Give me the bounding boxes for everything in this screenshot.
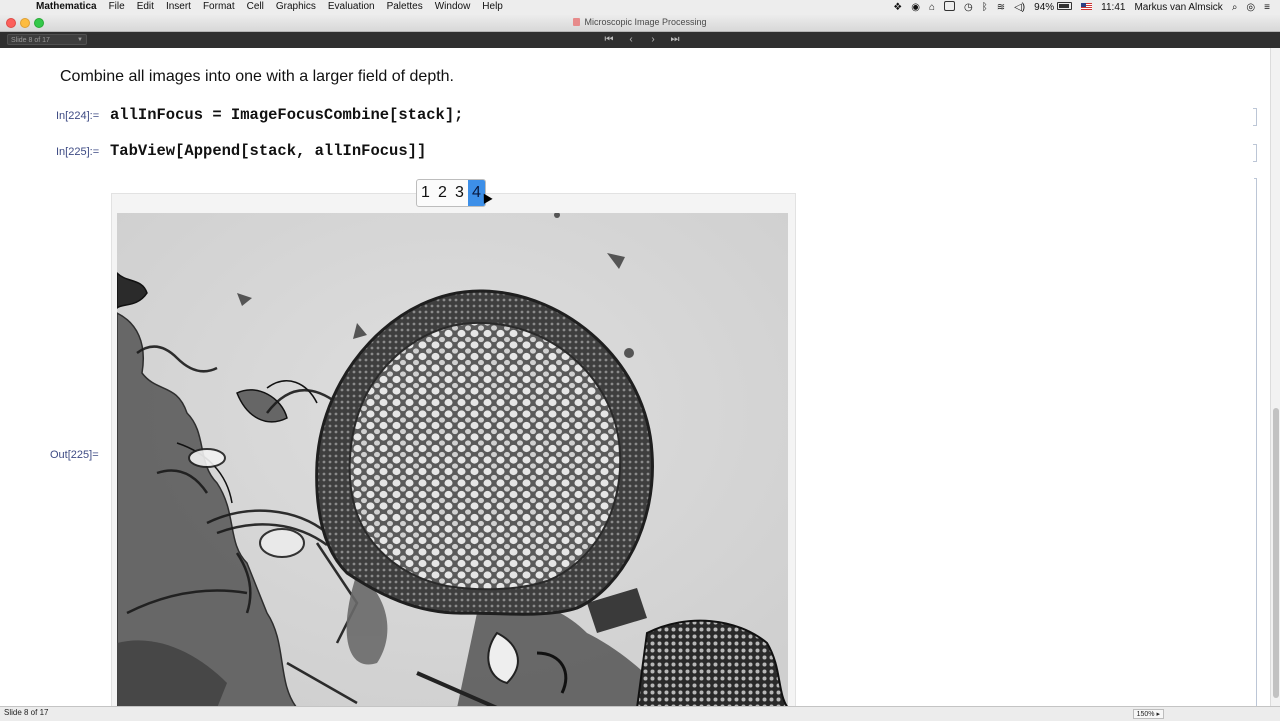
window-title-bar: Microscopic Image Processing: [0, 15, 1280, 32]
menu-list: Mathematica File Edit Insert Format Cell…: [36, 1, 515, 12]
clock[interactable]: 11:41: [1101, 2, 1125, 13]
bluetooth-icon[interactable]: ᛒ: [982, 2, 988, 13]
slide-selector[interactable]: Slide 8 of 17 ▼: [7, 34, 87, 45]
spotlight-icon[interactable]: ⌕: [1232, 2, 1238, 13]
input-label-224: In[224]:=: [56, 110, 100, 122]
status-menus: ❖ ◉ ⌂ ◷ ᛒ ≋ ◁) 94% 11:41 Markus van Alms…: [884, 1, 1270, 14]
notification-center-icon[interactable]: ≡: [1264, 2, 1270, 13]
first-slide-icon[interactable]: ⏮: [598, 33, 620, 47]
scrollbar-thumb[interactable]: [1273, 408, 1279, 698]
menu-edit[interactable]: Edit: [137, 1, 154, 12]
vertical-scrollbar[interactable]: [1270, 48, 1280, 706]
input-label-225: In[225]:=: [56, 146, 100, 158]
volume-icon[interactable]: ◁): [1014, 2, 1025, 13]
chevron-down-icon: ▼: [77, 37, 83, 43]
last-slide-icon[interactable]: ⏭: [664, 33, 686, 47]
output-cell-bracket[interactable]: [1254, 178, 1257, 706]
menu-window[interactable]: Window: [435, 1, 471, 12]
tab-3[interactable]: 3: [451, 180, 468, 206]
tab-1[interactable]: 1: [417, 180, 434, 206]
slideshow-toolbar: Slide 8 of 17 ▼ ⏮ ‹ › ⏭: [0, 32, 1280, 48]
menu-insert[interactable]: Insert: [166, 1, 191, 12]
time-machine-icon[interactable]: ◷: [964, 2, 973, 13]
window-title-text: Microscopic Image Processing: [584, 17, 707, 27]
siri-icon[interactable]: ◎: [1246, 2, 1255, 13]
menu-bar: Mathematica File Edit Insert Format Cell…: [0, 0, 1280, 16]
menu-app[interactable]: Mathematica: [36, 1, 97, 12]
document-icon: [573, 18, 581, 26]
input-code-225[interactable]: TabView[Append[stack, allInFocus]]: [110, 142, 426, 160]
battery-percent[interactable]: 94%: [1034, 2, 1054, 13]
slide-status: Slide 8 of 17: [4, 708, 49, 717]
input-code-224[interactable]: allInFocus = ImageFocusCombine[stack];: [110, 106, 463, 124]
menu-palettes[interactable]: Palettes: [387, 1, 423, 12]
notebook-area[interactable]: Combine all images into one with a large…: [0, 48, 1270, 706]
tabview-tabs: 1 2 3 4: [416, 179, 486, 207]
next-slide-icon[interactable]: ›: [642, 33, 664, 47]
display-icon[interactable]: [943, 1, 955, 14]
menu-evaluation[interactable]: Evaluation: [328, 1, 375, 12]
zoom-menu[interactable]: 150% ▸: [1132, 709, 1164, 719]
menu-cell[interactable]: Cell: [247, 1, 264, 12]
window-title: Microscopic Image Processing: [0, 17, 1280, 27]
keychain-icon[interactable]: ⌂: [929, 2, 935, 13]
us-flag-icon[interactable]: [1081, 2, 1093, 13]
output-label-225: Out[225]=: [50, 449, 99, 461]
text-cell[interactable]: Combine all images into one with a large…: [60, 68, 454, 86]
diatom-micrograph: [117, 213, 788, 706]
slide-selector-label: Slide 8 of 17: [11, 37, 50, 44]
cell-bracket-225[interactable]: [1253, 144, 1257, 162]
notification-icon[interactable]: ◉: [911, 2, 920, 13]
zoom-arrow-icon: ▸: [1156, 711, 1160, 718]
battery-icon[interactable]: [1057, 2, 1073, 13]
dropbox-icon[interactable]: ❖: [893, 2, 902, 13]
menu-help[interactable]: Help: [482, 1, 503, 12]
zoom-level: 150%: [1136, 711, 1155, 718]
menu-format[interactable]: Format: [203, 1, 235, 12]
status-bar: Slide 8 of 17 150% ▸: [0, 706, 1280, 721]
tab-2[interactable]: 2: [434, 180, 451, 206]
slide-nav: ⏮ ‹ › ⏭: [598, 33, 686, 47]
wifi-icon[interactable]: ≋: [997, 2, 1005, 13]
user-name[interactable]: Markus van Almsick: [1134, 2, 1222, 13]
previous-slide-icon[interactable]: ‹: [620, 33, 642, 47]
menu-file[interactable]: File: [109, 1, 125, 12]
cell-bracket-224[interactable]: [1253, 108, 1257, 126]
menu-graphics[interactable]: Graphics: [276, 1, 316, 12]
